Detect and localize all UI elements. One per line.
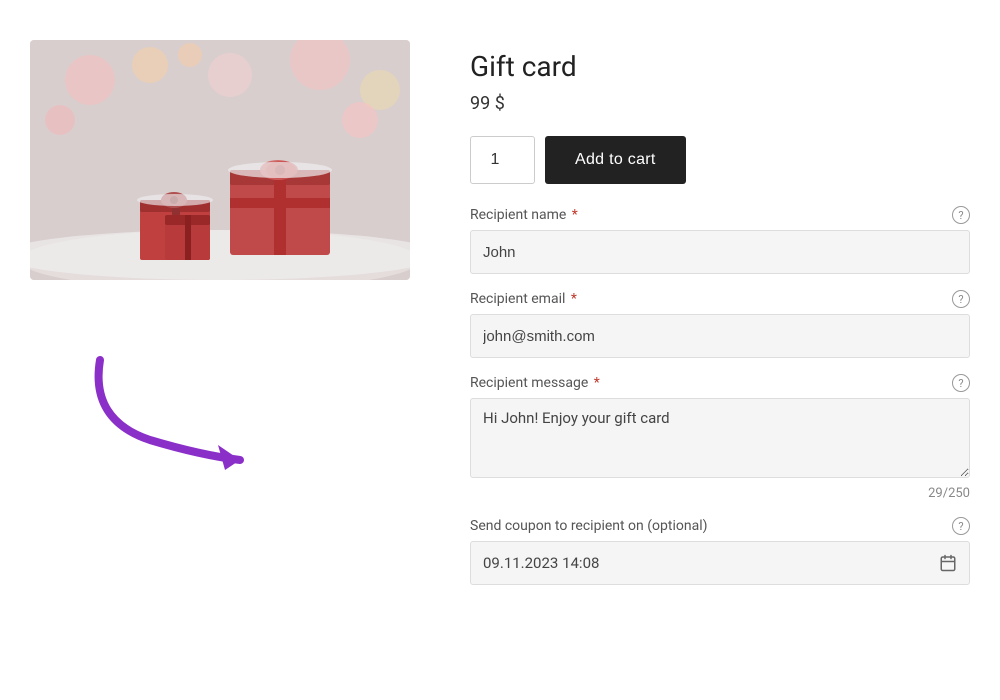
recipient-email-field: Recipient email * ?: [470, 290, 970, 358]
calendar-icon: [939, 554, 957, 572]
char-count: 29/250: [470, 486, 970, 501]
recipient-message-label: Recipient message *: [470, 375, 600, 391]
datetime-input-row[interactable]: 09.11.2023 14:08: [470, 541, 970, 585]
send-coupon-field: Send coupon to recipient on (optional) ?…: [470, 517, 970, 585]
recipient-message-field: Recipient message * ? Hi John! Enjoy you…: [470, 374, 970, 501]
required-indicator: *: [568, 207, 578, 223]
recipient-message-textarea[interactable]: Hi John! Enjoy your gift card: [470, 398, 970, 478]
product-price: 99 $: [470, 93, 970, 114]
quantity-cart-row: Add to cart: [470, 136, 970, 184]
send-coupon-help-icon[interactable]: ?: [952, 517, 970, 535]
required-indicator: *: [590, 375, 600, 391]
recipient-email-label: Recipient email *: [470, 291, 577, 307]
recipient-name-help-icon[interactable]: ?: [952, 206, 970, 224]
arrow-container: [70, 340, 290, 500]
product-image: [30, 40, 410, 280]
required-indicator: *: [567, 291, 577, 307]
page-container: Gift card 99 $ Add to cart Recipient nam…: [0, 0, 1000, 700]
recipient-name-label: Recipient name *: [470, 207, 578, 223]
left-panel: [30, 40, 420, 660]
right-panel: Gift card 99 $ Add to cart Recipient nam…: [470, 40, 970, 660]
recipient-email-input[interactable]: [470, 314, 970, 358]
recipient-name-input[interactable]: [470, 230, 970, 274]
recipient-email-label-row: Recipient email * ?: [470, 290, 970, 308]
quantity-input[interactable]: [470, 136, 535, 184]
send-coupon-label: Send coupon to recipient on (optional): [470, 518, 707, 534]
recipient-name-label-row: Recipient name * ?: [470, 206, 970, 224]
add-to-cart-button[interactable]: Add to cart: [545, 136, 686, 184]
datetime-value: 09.11.2023 14:08: [483, 554, 599, 572]
recipient-message-label-row: Recipient message * ?: [470, 374, 970, 392]
recipient-email-help-icon[interactable]: ?: [952, 290, 970, 308]
recipient-name-field: Recipient name * ?: [470, 206, 970, 274]
recipient-message-help-icon[interactable]: ?: [952, 374, 970, 392]
product-title: Gift card: [470, 50, 970, 83]
send-coupon-label-row: Send coupon to recipient on (optional) ?: [470, 517, 970, 535]
